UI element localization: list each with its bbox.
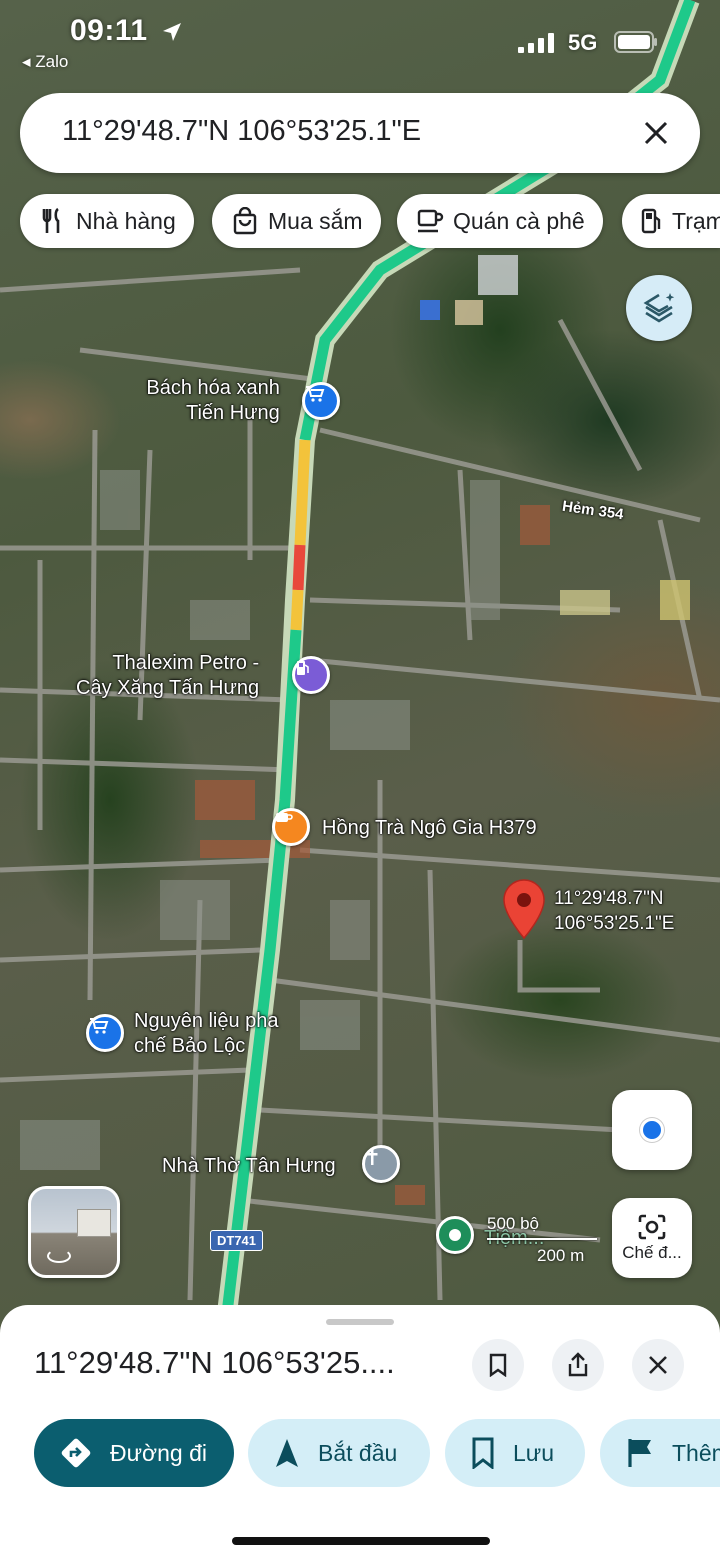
action-label: Lưu xyxy=(513,1439,554,1466)
pin-label: 11°29'48.7"N 106°53'25.1"E xyxy=(554,886,674,936)
poi-label-line2: Cây Xăng Tấn Hưng xyxy=(76,677,260,699)
map-pin-icon[interactable] xyxy=(436,1216,474,1254)
chip-label: Trạm xyxy=(672,207,720,234)
poi-label[interactable]: Thalexim Petro - Cây Xăng Tấn Hưng xyxy=(76,651,259,701)
poi-label-line2: chế Bảo Lộc xyxy=(134,1035,246,1057)
share-icon xyxy=(568,1352,588,1377)
chip-label: Quán cà phê xyxy=(453,207,585,234)
layers-button[interactable] xyxy=(626,275,692,341)
action-label: Thêm xyxy=(672,1439,720,1466)
scale-feet: 500 bộ xyxy=(487,1214,539,1233)
pin-dot xyxy=(449,1229,461,1241)
poi-label-line2: Tiến Hưng xyxy=(186,402,280,424)
poi-label[interactable]: Nhà Thờ Tân Hưng xyxy=(162,1154,336,1179)
close-sheet-button[interactable] xyxy=(632,1339,684,1391)
close-icon xyxy=(649,1356,667,1374)
clock-text: 09:11 xyxy=(70,14,148,47)
chip-restaurants[interactable]: Nhà hàng xyxy=(20,194,194,248)
street-view-building xyxy=(77,1209,111,1237)
gas-station-icon xyxy=(640,207,664,235)
home-indicator[interactable] xyxy=(232,1537,490,1545)
pin-label-lat: 11°29'48.7"N xyxy=(554,888,664,909)
flag-icon xyxy=(626,1437,654,1469)
coffee-cup-icon[interactable] xyxy=(272,808,310,846)
bookmark-icon xyxy=(471,1437,495,1469)
place-sheet[interactable]: 11°29'48.7"N 106°53'25.... Đường đi Bắt … xyxy=(0,1305,720,1557)
poi-label-line1: Bách hóa xanh xyxy=(146,377,280,399)
drag-handle[interactable] xyxy=(326,1319,394,1325)
share-button[interactable] xyxy=(552,1339,604,1391)
status-time: 09:11 xyxy=(70,14,184,48)
chip-shopping[interactable]: Mua sắm xyxy=(212,194,381,248)
poi-label-line1: Nguyên liệu pha xyxy=(134,1010,279,1032)
route-badge: DT741 xyxy=(210,1230,264,1251)
search-bar[interactable]: 11°29'48.7"N 106°53'25.1"E xyxy=(20,93,700,173)
street-view-thumbnail[interactable] xyxy=(28,1186,120,1278)
poi-label[interactable]: Nguyên liệu pha chế Bảo Lộc xyxy=(134,1009,279,1059)
chip-label: Nhà hàng xyxy=(76,207,176,234)
coffee-cup-icon xyxy=(415,208,445,234)
church-cross-icon[interactable] xyxy=(362,1145,400,1183)
save-bookmark-button[interactable] xyxy=(472,1339,524,1391)
action-label: Bắt đầu xyxy=(318,1439,398,1466)
navigation-arrow-icon xyxy=(274,1437,300,1469)
poi-label-line1: Thalexim Petro - xyxy=(112,652,260,674)
location-arrow-icon xyxy=(163,23,182,42)
place-title: 11°29'48.7"N 106°53'25.... xyxy=(34,1345,395,1380)
poi-label[interactable]: Hồng Trà Ngô Gia H379 xyxy=(322,816,537,841)
poi-label[interactable]: Bách hóa xanh Tiến Hưng xyxy=(136,376,280,426)
search-input[interactable]: 11°29'48.7"N 106°53'25.1"E xyxy=(62,115,421,148)
chip-coffee[interactable]: Quán cà phê xyxy=(397,194,603,248)
my-location-icon xyxy=(640,1118,664,1142)
restaurant-icon xyxy=(38,207,68,235)
status-bar: 09:11 ◂ Zalo 5G xyxy=(0,0,720,80)
signal-icon xyxy=(518,33,554,53)
directions-button[interactable]: Đường đi xyxy=(34,1419,234,1487)
shopping-cart-icon[interactable] xyxy=(86,1014,124,1052)
lens-button[interactable]: Chế đ... xyxy=(612,1198,692,1278)
lens-label: Chế đ... xyxy=(622,1243,682,1262)
shopping-bag-icon xyxy=(230,207,260,235)
more-button[interactable]: Thêm xyxy=(600,1419,720,1487)
start-button[interactable]: Bắt đầu xyxy=(248,1419,430,1487)
rotate-360-icon xyxy=(47,1249,71,1263)
gas-station-icon[interactable] xyxy=(292,656,330,694)
my-location-button[interactable] xyxy=(612,1090,692,1170)
camera-lens-icon xyxy=(638,1214,666,1240)
scale-bar xyxy=(487,1238,597,1240)
action-label: Đường đi xyxy=(110,1439,207,1466)
layers-icon xyxy=(643,293,675,323)
bookmark-icon xyxy=(489,1353,507,1377)
battery-icon xyxy=(614,31,657,53)
pin-label-lng: 106°53'25.1"E xyxy=(554,913,675,934)
save-button[interactable]: Lưu xyxy=(445,1419,585,1487)
network-type: 5G xyxy=(568,30,598,55)
directions-icon xyxy=(60,1437,92,1469)
chip-gas-station[interactable]: Trạm xyxy=(622,194,720,248)
scale-meters: 200 m xyxy=(537,1246,585,1265)
chip-label: Mua sắm xyxy=(268,207,363,234)
shopping-cart-icon[interactable] xyxy=(302,382,340,420)
back-to-app[interactable]: ◂ Zalo xyxy=(22,52,68,72)
close-icon[interactable] xyxy=(632,109,680,157)
